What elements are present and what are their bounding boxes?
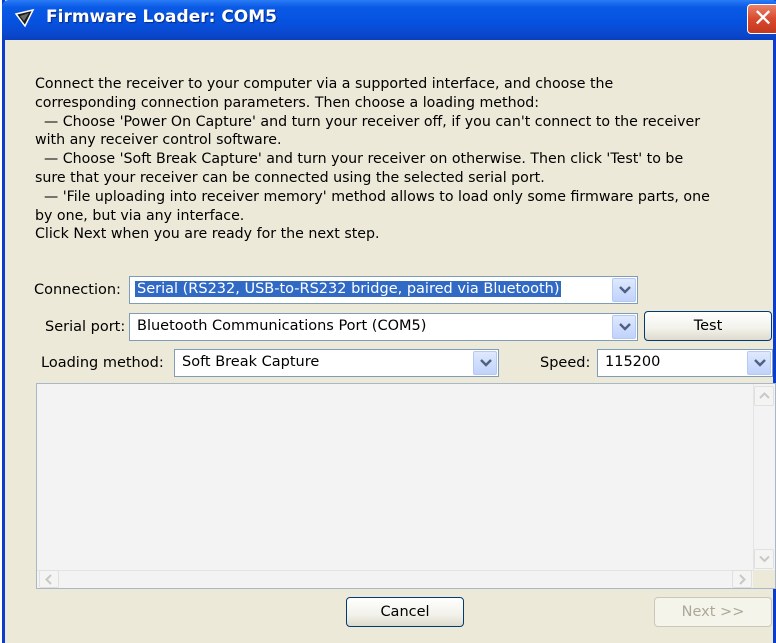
- instructions-line: — 'File uploading into receiver memory' …: [35, 188, 710, 205]
- connection-select[interactable]: Serial (RS232, USB-to-RS232 bridge, pair…: [129, 276, 638, 304]
- instructions-line: by one, but via any interface.: [35, 207, 245, 224]
- instructions-line: — Choose 'Power On Capture' and turn you…: [35, 113, 701, 130]
- horizontal-scrollbar[interactable]: [37, 570, 754, 588]
- connection-label: Connection:: [34, 282, 121, 298]
- loading-method-value: Soft Break Capture: [182, 354, 320, 370]
- speed-dropdown-button[interactable]: [747, 351, 771, 375]
- chevron-up-icon: [759, 392, 770, 399]
- connection-value: Serial (RS232, USB-to-RS232 bridge, pair…: [135, 281, 562, 297]
- chevron-down-icon: [759, 555, 770, 563]
- title-bar[interactable]: Firmware Loader: COM5 ✕: [2, 0, 776, 40]
- firmware-loader-window: Firmware Loader: COM5 ✕ Connect the rece…: [2, 0, 776, 643]
- instructions-line: corresponding connection parameters. The…: [35, 94, 540, 111]
- vertical-scrollbar[interactable]: [753, 384, 775, 571]
- instructions-line: Click Next when you are ready for the ne…: [35, 226, 380, 243]
- speed-label: Speed:: [540, 355, 591, 371]
- serial-port-dropdown-button[interactable]: [612, 315, 636, 339]
- close-button[interactable]: ✕: [747, 4, 776, 34]
- antenna-icon: [14, 8, 36, 30]
- loading-method-dropdown-button[interactable]: [473, 351, 497, 375]
- loading-method-label: Loading method:: [41, 355, 164, 371]
- window-title: Firmware Loader: COM5: [46, 7, 278, 27]
- chevron-down-icon: [754, 359, 766, 367]
- serial-port-label: Serial port:: [45, 319, 126, 335]
- serial-port-value: Bluetooth Communications Port (COM5): [137, 318, 427, 334]
- instructions-line: sure that your receiver can be connected…: [35, 169, 545, 186]
- speed-value: 115200: [605, 354, 661, 370]
- connection-dropdown-button[interactable]: [612, 278, 636, 302]
- scroll-left-button[interactable]: [39, 570, 59, 588]
- chevron-down-icon: [619, 323, 631, 331]
- scroll-up-button[interactable]: [754, 386, 774, 406]
- speed-select[interactable]: 115200: [597, 349, 773, 377]
- chevron-down-icon: [619, 286, 631, 294]
- loading-method-select[interactable]: Soft Break Capture: [174, 349, 499, 377]
- scroll-down-button[interactable]: [754, 549, 774, 569]
- chevron-right-icon: [739, 574, 746, 585]
- instructions-line: with any receiver control software.: [35, 132, 282, 149]
- test-button[interactable]: Test: [644, 311, 772, 341]
- next-button[interactable]: Next >>: [654, 597, 772, 627]
- scroll-right-button[interactable]: [732, 570, 752, 588]
- instructions-line: — Choose 'Soft Break Capture' and turn y…: [35, 151, 684, 168]
- serial-port-select[interactable]: Bluetooth Communications Port (COM5): [129, 313, 638, 341]
- chevron-left-icon: [45, 574, 52, 585]
- instructions-text: Connect the receiver to your computer vi…: [35, 75, 776, 244]
- chevron-down-icon: [480, 359, 492, 367]
- cancel-button[interactable]: Cancel: [346, 597, 464, 627]
- log-output-area[interactable]: [36, 383, 776, 589]
- close-icon: ✕: [752, 4, 774, 32]
- instructions-line: Connect the receiver to your computer vi…: [35, 76, 614, 92]
- scrollbar-corner: [753, 570, 775, 588]
